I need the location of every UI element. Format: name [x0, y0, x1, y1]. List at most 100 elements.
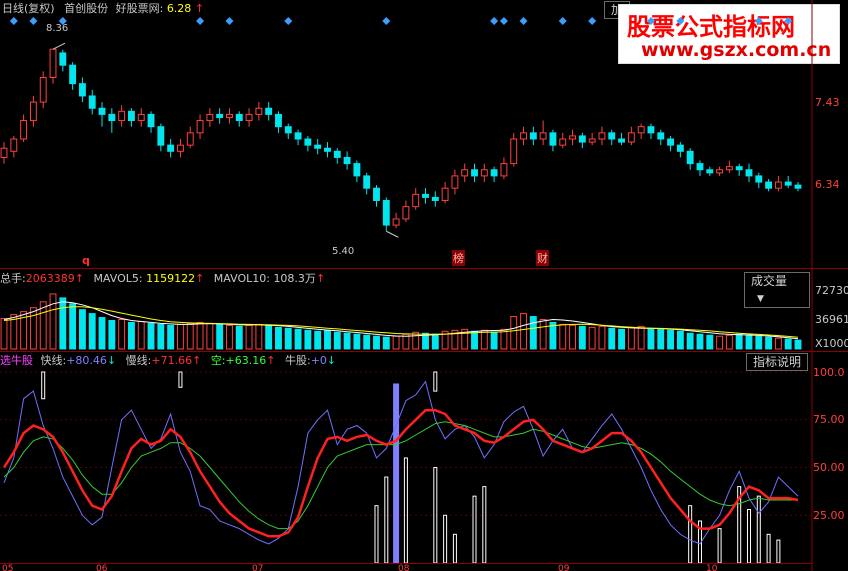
volume-bar-down: [471, 330, 478, 350]
candle-down: [382, 200, 390, 226]
candle-up: [412, 193, 420, 208]
volume-bar-up: [520, 313, 527, 350]
volume-bar-up: [226, 324, 233, 350]
candle-up: [520, 132, 527, 140]
volume-bar-down: [373, 335, 380, 350]
candle-up: [226, 113, 233, 118]
volume-bar-down: [686, 332, 694, 350]
volume-bar-down: [363, 334, 371, 350]
kong-label: 空:: [210, 354, 226, 367]
flag-cai[interactable]: 财: [536, 250, 549, 266]
x-tick-06: 06: [96, 564, 108, 571]
indicator-name: 选牛股: [0, 354, 33, 367]
candle-down: [657, 132, 665, 140]
chevron-down-icon: ▼: [757, 294, 764, 304]
signal-diamond-icon: [382, 17, 391, 25]
candle-up: [588, 138, 596, 143]
indicator-lines: [2, 380, 799, 545]
volume-bar-up: [29, 307, 37, 350]
volume-bar-down: [647, 327, 655, 350]
pane-divider-1: [0, 268, 848, 269]
candle-down: [706, 169, 714, 174]
candle-up: [20, 120, 28, 140]
candle-down: [275, 113, 282, 128]
volume-indicator-select[interactable]: 成交量 ▼: [744, 272, 810, 308]
volume-bar-down: [78, 309, 86, 350]
candle-down: [686, 150, 694, 165]
signal-diamond-icon: [225, 17, 234, 25]
candlesticks: [0, 48, 802, 232]
volume-bar-down: [735, 333, 743, 350]
volume-bar-up: [598, 325, 606, 350]
low-price-label: 5.40: [332, 246, 355, 257]
candle-up: [402, 206, 410, 220]
signal-diamond-icon: [29, 17, 38, 25]
x-tick-05: 05: [2, 564, 14, 571]
candle-down: [422, 193, 429, 198]
volume-bar-down: [88, 313, 96, 350]
volume-bar-up: [716, 335, 724, 350]
volume-tick-mid: 36961: [815, 313, 848, 326]
volume-bar-down: [667, 329, 675, 350]
up-arrow-icon: ↑: [315, 272, 326, 285]
fast-line-label: 快线:: [40, 354, 67, 367]
candle-down: [59, 52, 67, 66]
candle-up: [118, 110, 126, 122]
volume-bar-up: [559, 323, 567, 350]
volume-bar-up: [627, 326, 635, 350]
candle-up: [774, 181, 782, 189]
candle-down: [78, 83, 86, 97]
volume-bar-down: [324, 329, 331, 350]
candle-up: [569, 135, 576, 140]
volume-bar-down: [59, 297, 67, 350]
volume-bar-up: [510, 316, 518, 350]
x-tick-08: 08: [398, 564, 410, 571]
volume-bar-up: [774, 337, 782, 350]
candle-down: [343, 156, 351, 165]
x-tick-10: 10: [706, 564, 718, 571]
volume-bar-down: [147, 322, 155, 350]
volume-bar-down: [608, 327, 616, 350]
fast-line-value: +80.46: [66, 354, 107, 367]
volume-bar-up: [177, 323, 184, 350]
candle-up: [451, 175, 459, 189]
price-tick-743: 7.43: [815, 96, 840, 109]
candle-down: [216, 113, 224, 118]
volume-unit-label: X10000: [815, 337, 848, 350]
candle-down: [147, 113, 155, 128]
volume-bar-down: [696, 333, 704, 350]
volume-select-label: 成交量: [751, 274, 788, 288]
candle-up: [725, 166, 733, 171]
kong-line: [3, 421, 798, 530]
volume-bar-down: [216, 323, 224, 350]
volume-bar-down: [167, 324, 175, 350]
niu-signal-bar: [403, 457, 408, 564]
candle-down: [294, 132, 302, 140]
slow-line: [2, 408, 799, 538]
volume-bar-up: [0, 318, 8, 350]
candle-down: [88, 95, 96, 109]
candle-up: [206, 113, 214, 122]
volume-bar-up: [137, 320, 145, 350]
indicator-help-button[interactable]: 指标说明: [746, 353, 809, 371]
mavol10-label: MAVOL10:: [213, 272, 270, 285]
niu-top-marker: [178, 371, 183, 388]
volume-bar-down: [529, 316, 537, 350]
candle-down: [578, 135, 586, 143]
signal-diamonds: [9, 17, 793, 25]
candle-down: [373, 187, 380, 201]
candle-down: [549, 132, 557, 146]
candle-up: [441, 187, 449, 201]
candle-down: [676, 144, 684, 152]
flag-bang[interactable]: 榜: [452, 250, 465, 266]
candle-down: [363, 175, 371, 189]
volume-bar-up: [255, 323, 263, 350]
volume-bar-up: [412, 331, 420, 350]
candle-up: [49, 48, 57, 78]
candle-up: [137, 113, 145, 122]
signal-diamond-icon: [284, 17, 293, 25]
ind-tick-100: 100.0: [813, 366, 845, 379]
volume-bar-down: [294, 328, 302, 350]
volume-bar-up: [480, 329, 488, 350]
niu-signal-bar: [688, 505, 693, 564]
